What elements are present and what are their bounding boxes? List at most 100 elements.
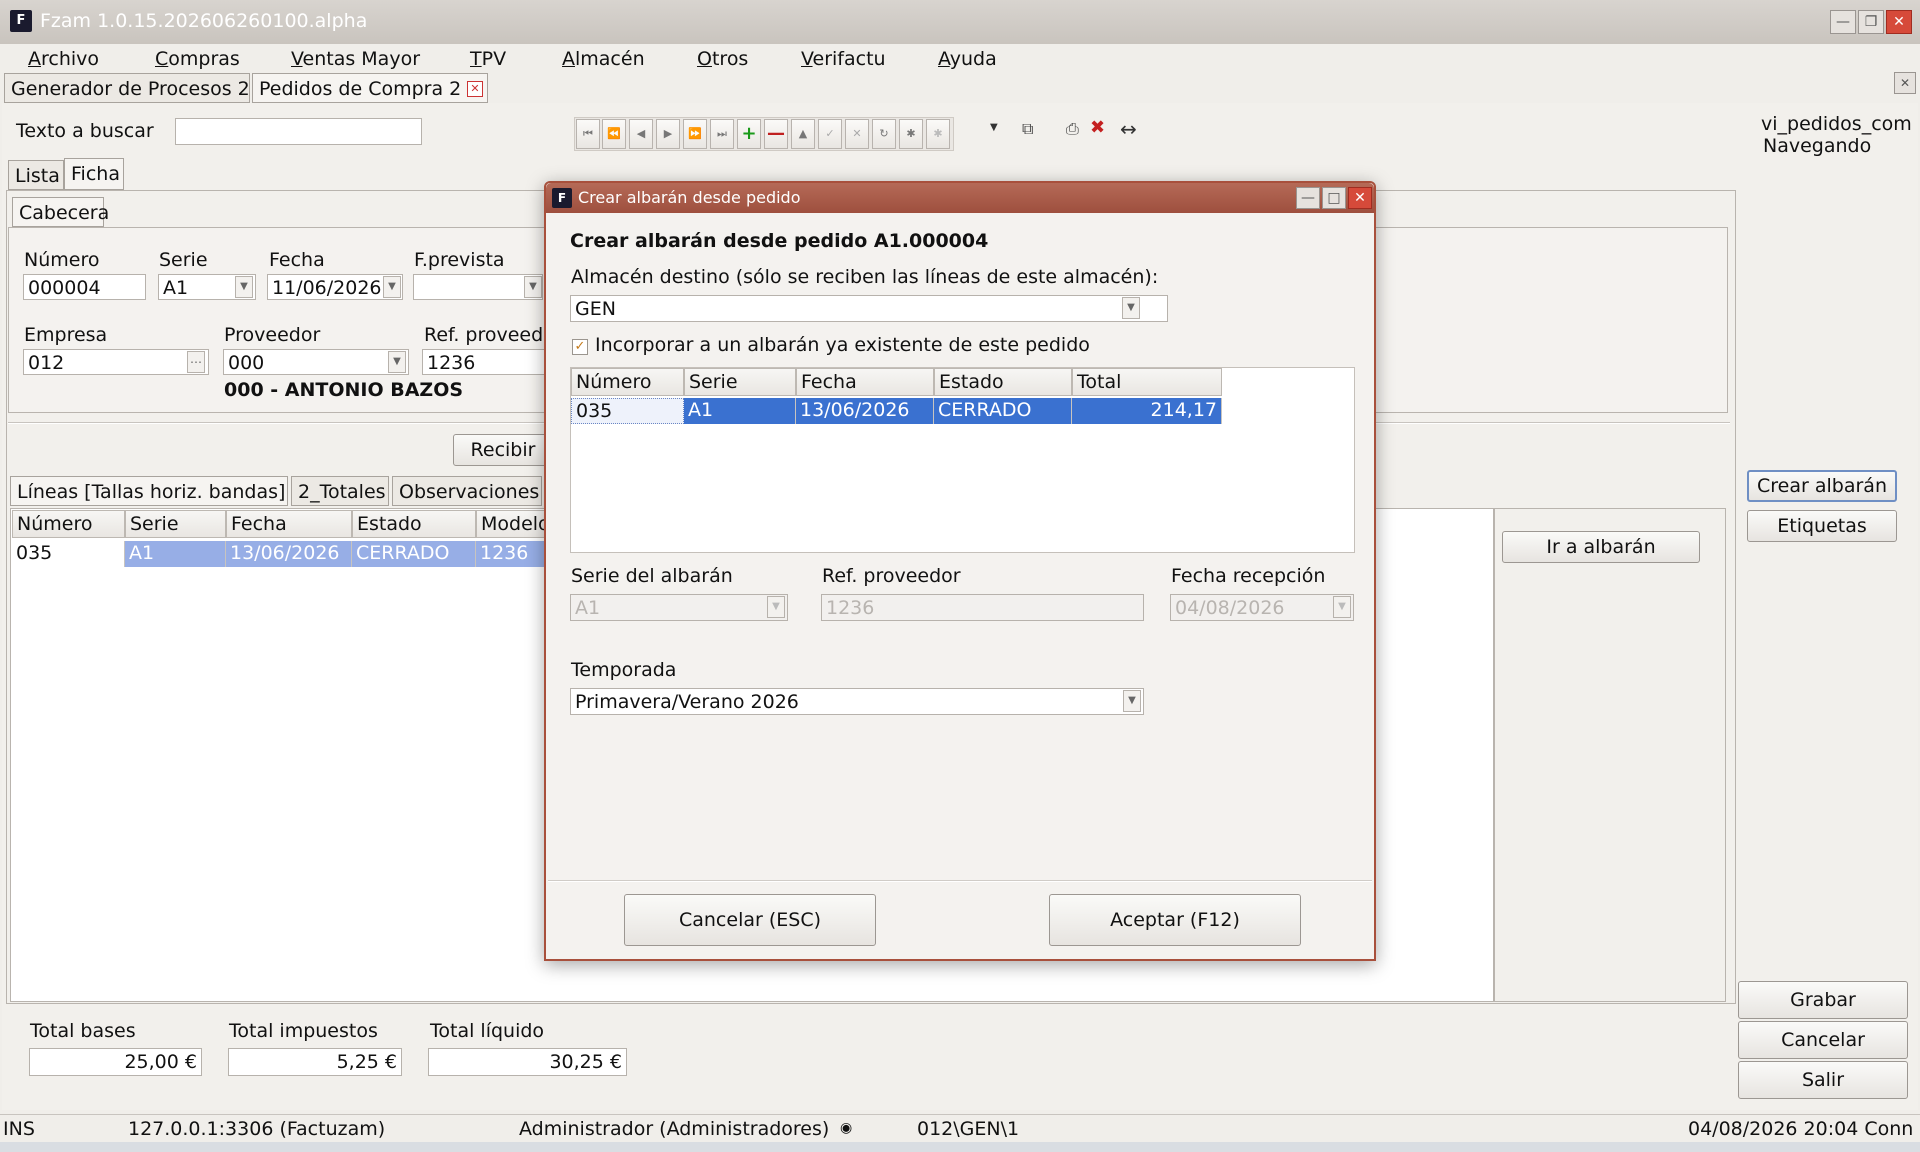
grid-header-serie[interactable]: Serie bbox=[125, 510, 226, 538]
menu-almacen[interactable]: Almacén bbox=[562, 48, 645, 70]
chevron-down-icon[interactable]: ▼ bbox=[1123, 690, 1141, 712]
grid-cell-serie[interactable]: A1 bbox=[125, 541, 226, 567]
tab-observaciones[interactable]: Observaciones bbox=[392, 476, 542, 506]
dlg-grid-header-numero[interactable]: Número bbox=[571, 368, 684, 396]
fecha-value: 11/06/2026 bbox=[272, 277, 382, 299]
menu-otros[interactable]: Otros bbox=[697, 48, 748, 70]
cancel-button[interactable]: Cancelar (ESC) bbox=[624, 894, 876, 946]
chevron-down-icon[interactable]: ▼ bbox=[383, 276, 401, 298]
menu-tpv[interactable]: TPV bbox=[470, 48, 506, 70]
serie-value: A1 bbox=[163, 277, 189, 299]
dialog-minimize-icon[interactable]: — bbox=[1296, 187, 1320, 209]
grid-cell-estado[interactable]: CERRADO bbox=[352, 541, 476, 567]
tab-ficha[interactable]: Ficha bbox=[64, 158, 124, 190]
chevron-down-icon[interactable]: ▼ bbox=[767, 596, 785, 618]
first-record-icon[interactable]: ⏮ bbox=[576, 119, 600, 149]
close-tab-icon[interactable]: ✕ bbox=[467, 81, 483, 97]
etiquetas-button[interactable]: Etiquetas bbox=[1747, 510, 1897, 542]
tab-pedidos-compra[interactable]: Pedidos de Compra 2 ✕ bbox=[252, 73, 488, 103]
close-all-tabs-icon[interactable]: ✕ bbox=[1894, 72, 1916, 94]
dialog-close-icon[interactable]: ✕ bbox=[1348, 187, 1372, 209]
chevron-down-icon[interactable]: ▼ bbox=[388, 351, 406, 373]
apply-icon[interactable]: ✱ bbox=[899, 119, 923, 149]
menu-ayuda[interactable]: Ayuda bbox=[938, 48, 997, 70]
tab-cabecera[interactable]: Cabecera bbox=[12, 197, 109, 227]
chevron-down-icon[interactable]: ▼ bbox=[524, 276, 542, 298]
menu-ventas-mayor[interactable]: Ventas Mayor bbox=[291, 48, 420, 70]
cancel-edit-icon[interactable]: ✕ bbox=[845, 119, 869, 149]
status-path: 012\GEN\1 bbox=[917, 1118, 1020, 1140]
numero-field[interactable]: 000004 bbox=[23, 274, 146, 300]
menu-compras[interactable]: Compras bbox=[155, 48, 240, 70]
almacen-combo[interactable]: GEN bbox=[570, 295, 1168, 322]
post-record-icon[interactable]: ✓ bbox=[818, 119, 842, 149]
grid-cell-modelo[interactable]: 1236 bbox=[476, 541, 546, 567]
last-record-icon[interactable]: ⏭ bbox=[710, 119, 734, 149]
tab-generador-procesos[interactable]: Generador de Procesos 2 bbox=[4, 73, 250, 103]
temporada-combo[interactable]: Primavera/Verano 2026 bbox=[570, 688, 1144, 715]
prev-record-icon[interactable]: ◀ bbox=[629, 119, 653, 149]
incorporar-checkbox[interactable]: ✓ bbox=[572, 339, 588, 355]
search-input[interactable] bbox=[175, 118, 422, 145]
serie-albaran-combo[interactable]: A1 bbox=[570, 594, 788, 621]
grid-header-fecha[interactable]: Fecha bbox=[226, 510, 352, 538]
salir-button[interactable]: Salir bbox=[1738, 1061, 1908, 1099]
serie-label: Serie bbox=[159, 249, 208, 271]
refprov-dlg-field[interactable]: 1236 bbox=[821, 594, 1144, 621]
dlg-grid-cell-fecha[interactable]: 13/06/2026 bbox=[796, 398, 934, 424]
expand-horizontal-icon[interactable]: ↔ bbox=[1120, 117, 1137, 141]
grid-header-modelo[interactable]: Modelo bbox=[476, 510, 546, 538]
taskbar-strip bbox=[0, 1142, 1920, 1152]
dlg-grid-cell-serie[interactable]: A1 bbox=[684, 398, 796, 424]
next-page-icon[interactable]: ⏩ bbox=[683, 119, 707, 149]
proveedor-label: Proveedor bbox=[224, 324, 321, 346]
dropdown-arrow-icon[interactable]: ▼ bbox=[990, 122, 998, 133]
grid-header-estado[interactable]: Estado bbox=[352, 510, 476, 538]
tab-totales[interactable]: 2_Totales bbox=[291, 476, 389, 506]
total-bases-value: 25,00 € bbox=[29, 1048, 202, 1076]
fecha-recepcion-label: Fecha recepción bbox=[1171, 565, 1326, 587]
minimize-icon[interactable]: — bbox=[1830, 10, 1856, 34]
print-icon[interactable]: ⎙ bbox=[1066, 119, 1086, 139]
dlg-grid-cell-estado[interactable]: CERRADO bbox=[934, 398, 1072, 424]
tab-lista[interactable]: Lista bbox=[8, 160, 64, 190]
delete-record-icon[interactable]: — bbox=[764, 119, 788, 149]
empresa-field[interactable]: 012 bbox=[23, 349, 209, 375]
edit-record-icon[interactable]: ▲ bbox=[791, 119, 815, 149]
fecha-recepcion-field[interactable]: 04/08/2026 bbox=[1170, 594, 1354, 621]
chevron-down-icon[interactable]: ▼ bbox=[1122, 297, 1140, 319]
copy-icon[interactable]: ⧉ bbox=[1022, 119, 1042, 139]
refprov-field[interactable]: 1236 bbox=[422, 349, 546, 375]
grid-header-numero[interactable]: Número bbox=[12, 510, 125, 538]
next-record-icon[interactable]: ▶ bbox=[656, 119, 680, 149]
chevron-down-icon[interactable]: ▼ bbox=[235, 276, 253, 298]
restore-icon[interactable]: ❐ bbox=[1858, 10, 1884, 34]
ir-albaran-button[interactable]: Ir a albarán bbox=[1502, 531, 1700, 563]
grid-cell-numero[interactable]: 035 bbox=[12, 541, 125, 567]
tab-lineas[interactable]: Líneas [Tallas horiz. bandas] bbox=[10, 476, 288, 506]
grid-cell-fecha[interactable]: 13/06/2026 bbox=[226, 541, 352, 567]
menu-verifactu[interactable]: Verifactu bbox=[801, 48, 886, 70]
chevron-down-icon[interactable]: ▼ bbox=[1333, 596, 1351, 618]
dialog-maximize-icon[interactable]: □ bbox=[1322, 187, 1346, 209]
dlg-grid-header-estado[interactable]: Estado bbox=[934, 368, 1072, 396]
remove-filter-icon[interactable]: ✖ bbox=[1090, 117, 1110, 138]
accept-button[interactable]: Aceptar (F12) bbox=[1049, 894, 1301, 946]
menu-archivo[interactable]: Archivo bbox=[28, 48, 99, 70]
dlg-grid-cell-numero[interactable]: 035 bbox=[571, 398, 684, 424]
proveedor-combo[interactable]: 000 bbox=[223, 349, 409, 375]
close-icon[interactable]: ✕ bbox=[1886, 10, 1912, 34]
recibir-button[interactable]: Recibir bbox=[453, 434, 553, 466]
dlg-grid-header-fecha[interactable]: Fecha bbox=[796, 368, 934, 396]
dlg-grid-cell-total[interactable]: 214,17 bbox=[1072, 398, 1222, 424]
refresh-icon[interactable]: ↻ bbox=[872, 119, 896, 149]
clear-icon[interactable]: ✱ bbox=[926, 119, 950, 149]
prev-page-icon[interactable]: ⏪ bbox=[602, 119, 626, 149]
cancelar-button[interactable]: Cancelar bbox=[1738, 1021, 1908, 1059]
crear-albaran-button[interactable]: Crear albarán bbox=[1747, 470, 1897, 502]
dlg-grid-header-serie[interactable]: Serie bbox=[684, 368, 796, 396]
add-record-icon[interactable]: + bbox=[737, 119, 761, 149]
ellipsis-icon[interactable]: ⋯ bbox=[187, 351, 205, 373]
dlg-grid-header-total[interactable]: Total bbox=[1072, 368, 1222, 396]
grabar-button[interactable]: Grabar bbox=[1738, 981, 1908, 1019]
